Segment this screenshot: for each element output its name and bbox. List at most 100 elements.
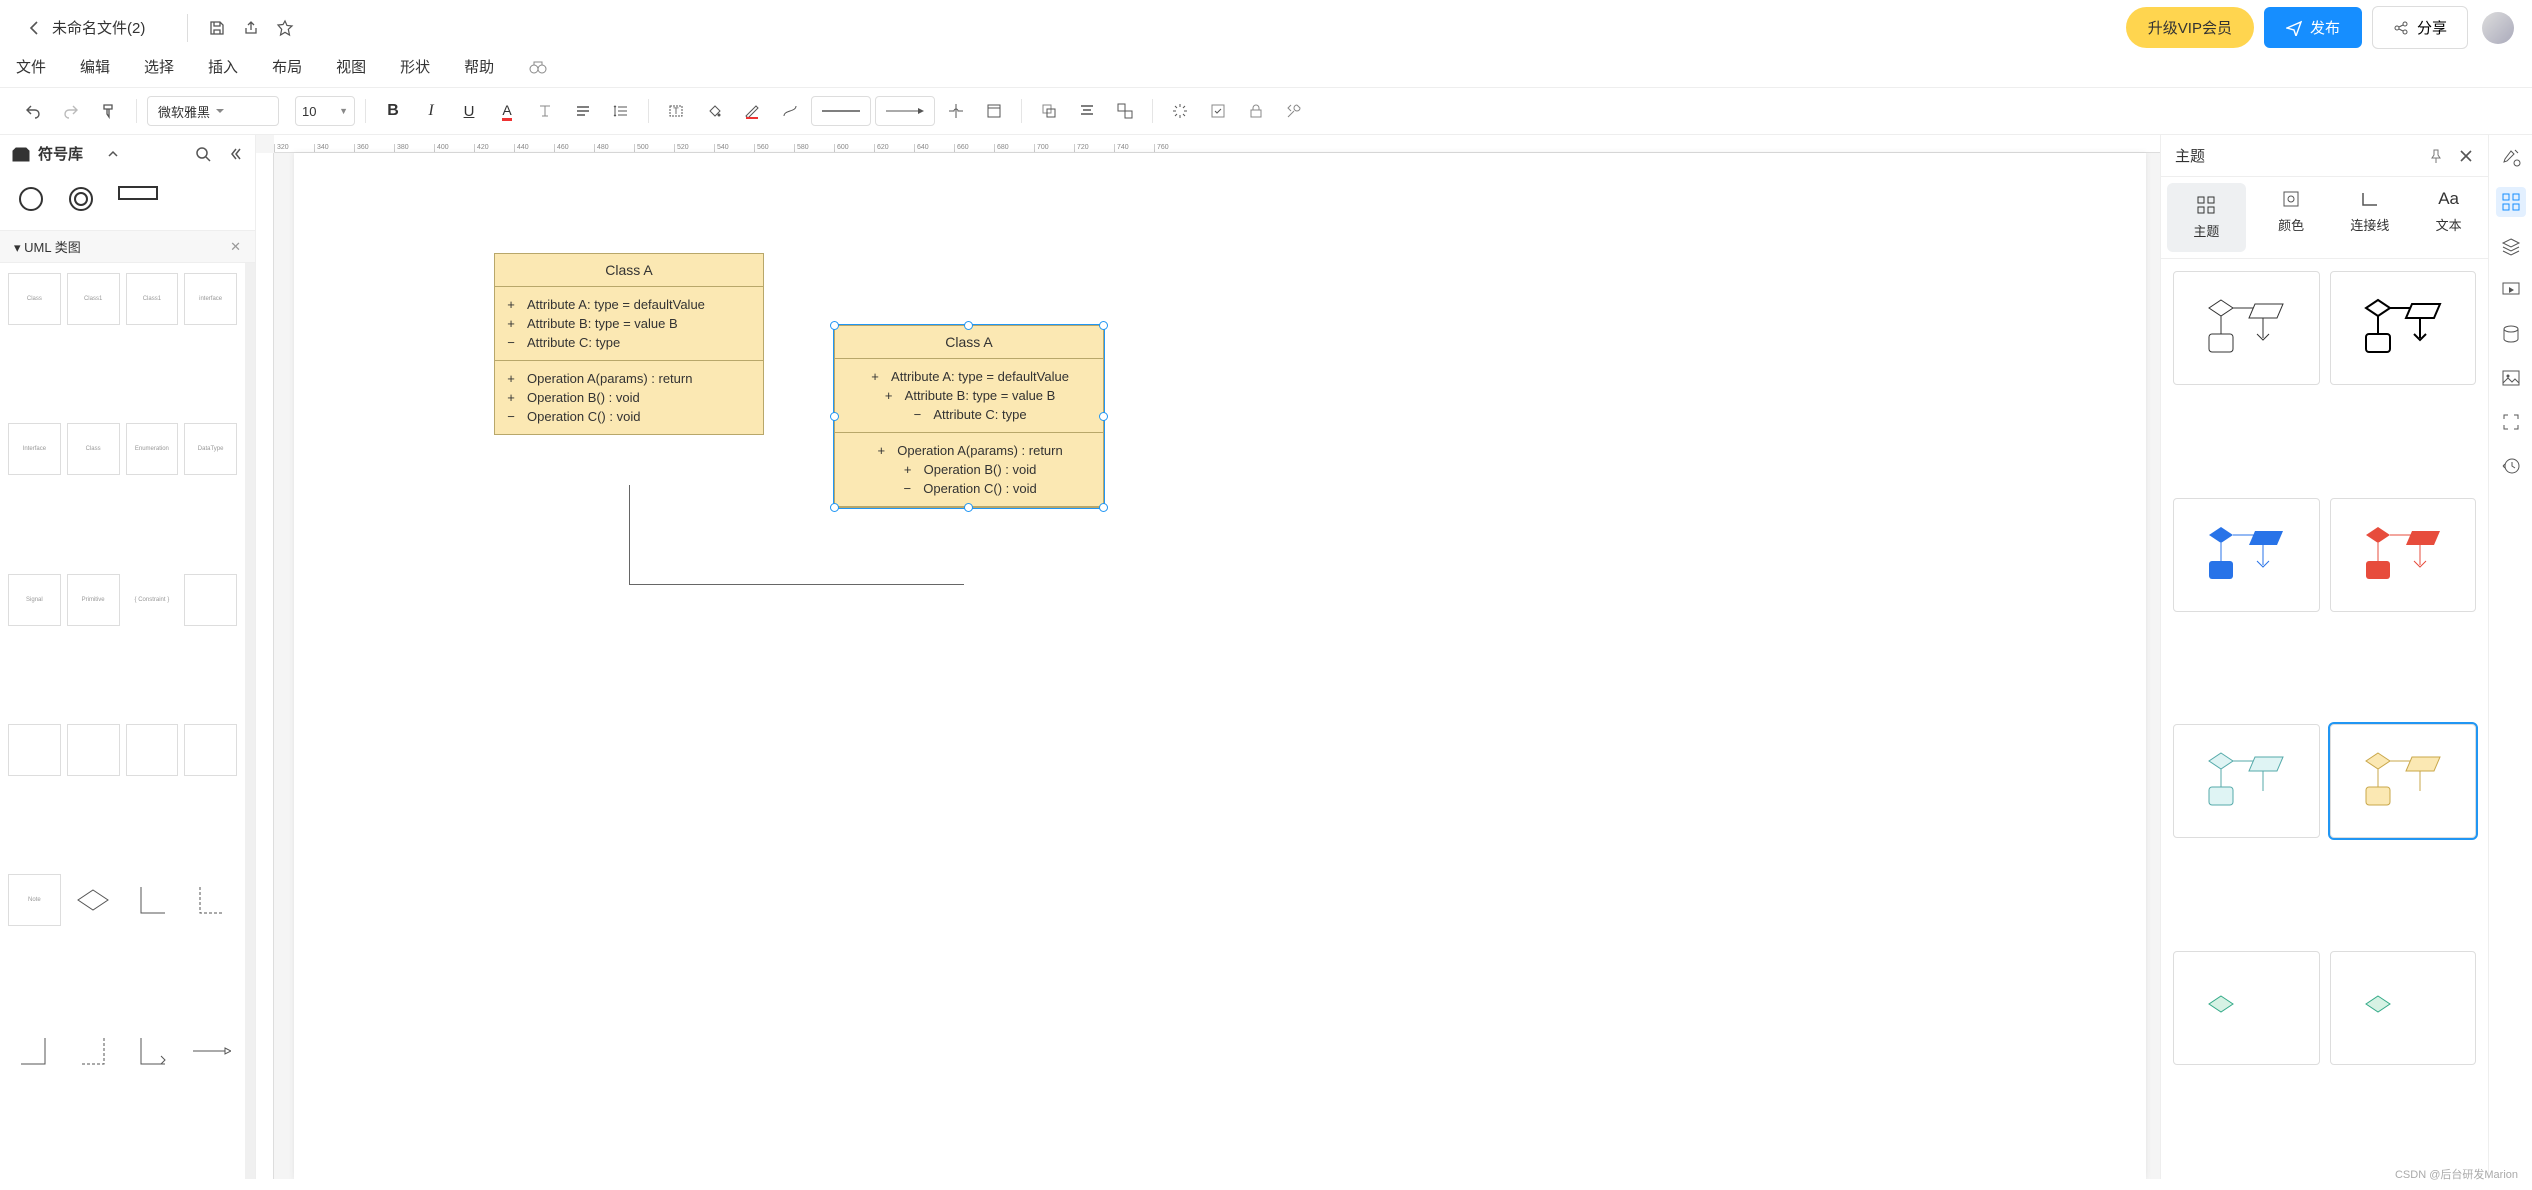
bold-icon[interactable]: B: [376, 95, 410, 127]
symbol-item[interactable]: [126, 724, 179, 776]
theme-card[interactable]: [2330, 951, 2477, 1065]
fill-color-icon[interactable]: [697, 95, 731, 127]
symbol-item[interactable]: Note: [8, 874, 61, 926]
symbol-item[interactable]: Enumeration: [126, 423, 179, 475]
symbol-item[interactable]: [67, 1025, 120, 1077]
rail-style-icon[interactable]: [2496, 143, 2526, 173]
symbol-item[interactable]: [126, 1025, 179, 1077]
symbol-item[interactable]: [184, 724, 237, 776]
chevron-up-icon[interactable]: [106, 147, 120, 161]
tab-line[interactable]: 连接线: [2331, 177, 2410, 258]
tab-theme[interactable]: 主题: [2167, 183, 2246, 252]
rail-image-icon[interactable]: [2496, 363, 2526, 393]
rect-shape[interactable]: [118, 186, 158, 200]
circle-shape[interactable]: [18, 186, 44, 212]
theme-card-selected[interactable]: [2330, 724, 2477, 838]
symbol-item[interactable]: Class1: [67, 273, 120, 325]
arrow-style-select[interactable]: [875, 96, 935, 126]
rail-data-icon[interactable]: [2496, 319, 2526, 349]
menu-file[interactable]: 文件: [16, 56, 46, 77]
connector-style-icon[interactable]: [773, 95, 807, 127]
tools-icon[interactable]: [1277, 95, 1311, 127]
resize-handle[interactable]: [1099, 321, 1108, 330]
class-attributes[interactable]: +Attribute A: type = defaultValue +Attri…: [495, 287, 763, 361]
symbol-item[interactable]: DataType: [184, 423, 237, 475]
text-box-icon[interactable]: T: [659, 95, 693, 127]
rail-theme-icon[interactable]: [2496, 187, 2526, 217]
redo-icon[interactable]: [54, 95, 88, 127]
collapse-icon[interactable]: [227, 146, 243, 162]
container-icon[interactable]: [977, 95, 1011, 127]
theme-card[interactable]: [2173, 951, 2320, 1065]
symbol-item[interactable]: Signal: [8, 574, 61, 626]
line-style-select[interactable]: [811, 96, 871, 126]
check-icon[interactable]: [1201, 95, 1235, 127]
resize-handle[interactable]: [1099, 503, 1108, 512]
align-objects-icon[interactable]: [1070, 95, 1104, 127]
theme-card[interactable]: [2173, 724, 2320, 838]
symbol-item[interactable]: [126, 874, 179, 926]
symbol-item[interactable]: Class: [67, 423, 120, 475]
resize-handle[interactable]: [830, 412, 839, 421]
user-avatar[interactable]: [2482, 12, 2514, 44]
export-icon[interactable]: [234, 11, 268, 45]
resize-handle[interactable]: [964, 503, 973, 512]
canvas-area[interactable]: 3203403603804004204404604805005205405605…: [256, 135, 2160, 1179]
line-color-icon[interactable]: [735, 95, 769, 127]
resize-handle[interactable]: [830, 503, 839, 512]
symbol-item[interactable]: interface: [184, 273, 237, 325]
symbol-item[interactable]: [184, 1025, 237, 1077]
symbol-item[interactable]: { Constraint }: [126, 574, 179, 626]
symbol-item[interactable]: Primitive: [67, 574, 120, 626]
menu-layout[interactable]: 布局: [272, 56, 302, 77]
font-size-select[interactable]: 10▼: [295, 96, 355, 126]
undo-icon[interactable]: [16, 95, 50, 127]
rail-present-icon[interactable]: [2496, 275, 2526, 305]
resize-handle[interactable]: [1099, 412, 1108, 421]
resize-handle[interactable]: [830, 321, 839, 330]
menu-help[interactable]: 帮助: [464, 56, 494, 77]
theme-card[interactable]: [2330, 271, 2477, 385]
font-family-select[interactable]: 微软雅黑: [147, 96, 279, 126]
class-attributes[interactable]: +Attribute A: type = defaultValue +Attri…: [835, 359, 1103, 433]
search-icon[interactable]: [195, 146, 211, 162]
symbol-item[interactable]: Class1: [126, 273, 179, 325]
class-operations[interactable]: +Operation A(params) : return +Operation…: [835, 433, 1103, 507]
save-icon[interactable]: [200, 11, 234, 45]
file-name[interactable]: 未命名文件(2): [52, 17, 145, 38]
category-header[interactable]: ▾ UML 类图 ✕: [0, 230, 255, 263]
theme-card[interactable]: [2173, 498, 2320, 612]
symbol-item[interactable]: [8, 1025, 61, 1077]
rail-history-icon[interactable]: [2496, 451, 2526, 481]
canvas-paper[interactable]: Class A +Attribute A: type = defaultValu…: [294, 153, 2146, 1179]
menu-select[interactable]: 选择: [144, 56, 174, 77]
beautify-icon[interactable]: [1163, 95, 1197, 127]
scrollbar[interactable]: [245, 263, 255, 1179]
class-operations[interactable]: +Operation A(params) : return +Operation…: [495, 361, 763, 434]
theme-card[interactable]: [2330, 498, 2477, 612]
symbol-item[interactable]: [184, 874, 237, 926]
binoculars-icon[interactable]: [528, 57, 548, 77]
rail-layers-icon[interactable]: [2496, 231, 2526, 261]
lock-icon[interactable]: [1239, 95, 1273, 127]
uml-class-a[interactable]: Class A +Attribute A: type = defaultValu…: [494, 253, 764, 435]
class-name[interactable]: Class A: [495, 254, 763, 287]
italic-icon[interactable]: I: [414, 95, 448, 127]
clear-format-icon[interactable]: [528, 95, 562, 127]
publish-button[interactable]: 发布: [2264, 7, 2362, 48]
rail-fullscreen-icon[interactable]: [2496, 407, 2526, 437]
theme-card[interactable]: [2173, 271, 2320, 385]
class-name[interactable]: Class A: [835, 326, 1103, 359]
pin-icon[interactable]: [2428, 148, 2444, 164]
underline-icon[interactable]: U: [452, 95, 486, 127]
symbol-item[interactable]: Interface: [8, 423, 61, 475]
menu-insert[interactable]: 插入: [208, 56, 238, 77]
symbol-item[interactable]: [67, 874, 120, 926]
tab-text[interactable]: Aa 文本: [2409, 177, 2488, 258]
line-height-icon[interactable]: [604, 95, 638, 127]
resize-handle[interactable]: [964, 321, 973, 330]
share-button[interactable]: 分享: [2372, 6, 2468, 49]
close-category-icon[interactable]: ✕: [230, 239, 241, 255]
align-icon[interactable]: [566, 95, 600, 127]
menu-edit[interactable]: 编辑: [80, 56, 110, 77]
